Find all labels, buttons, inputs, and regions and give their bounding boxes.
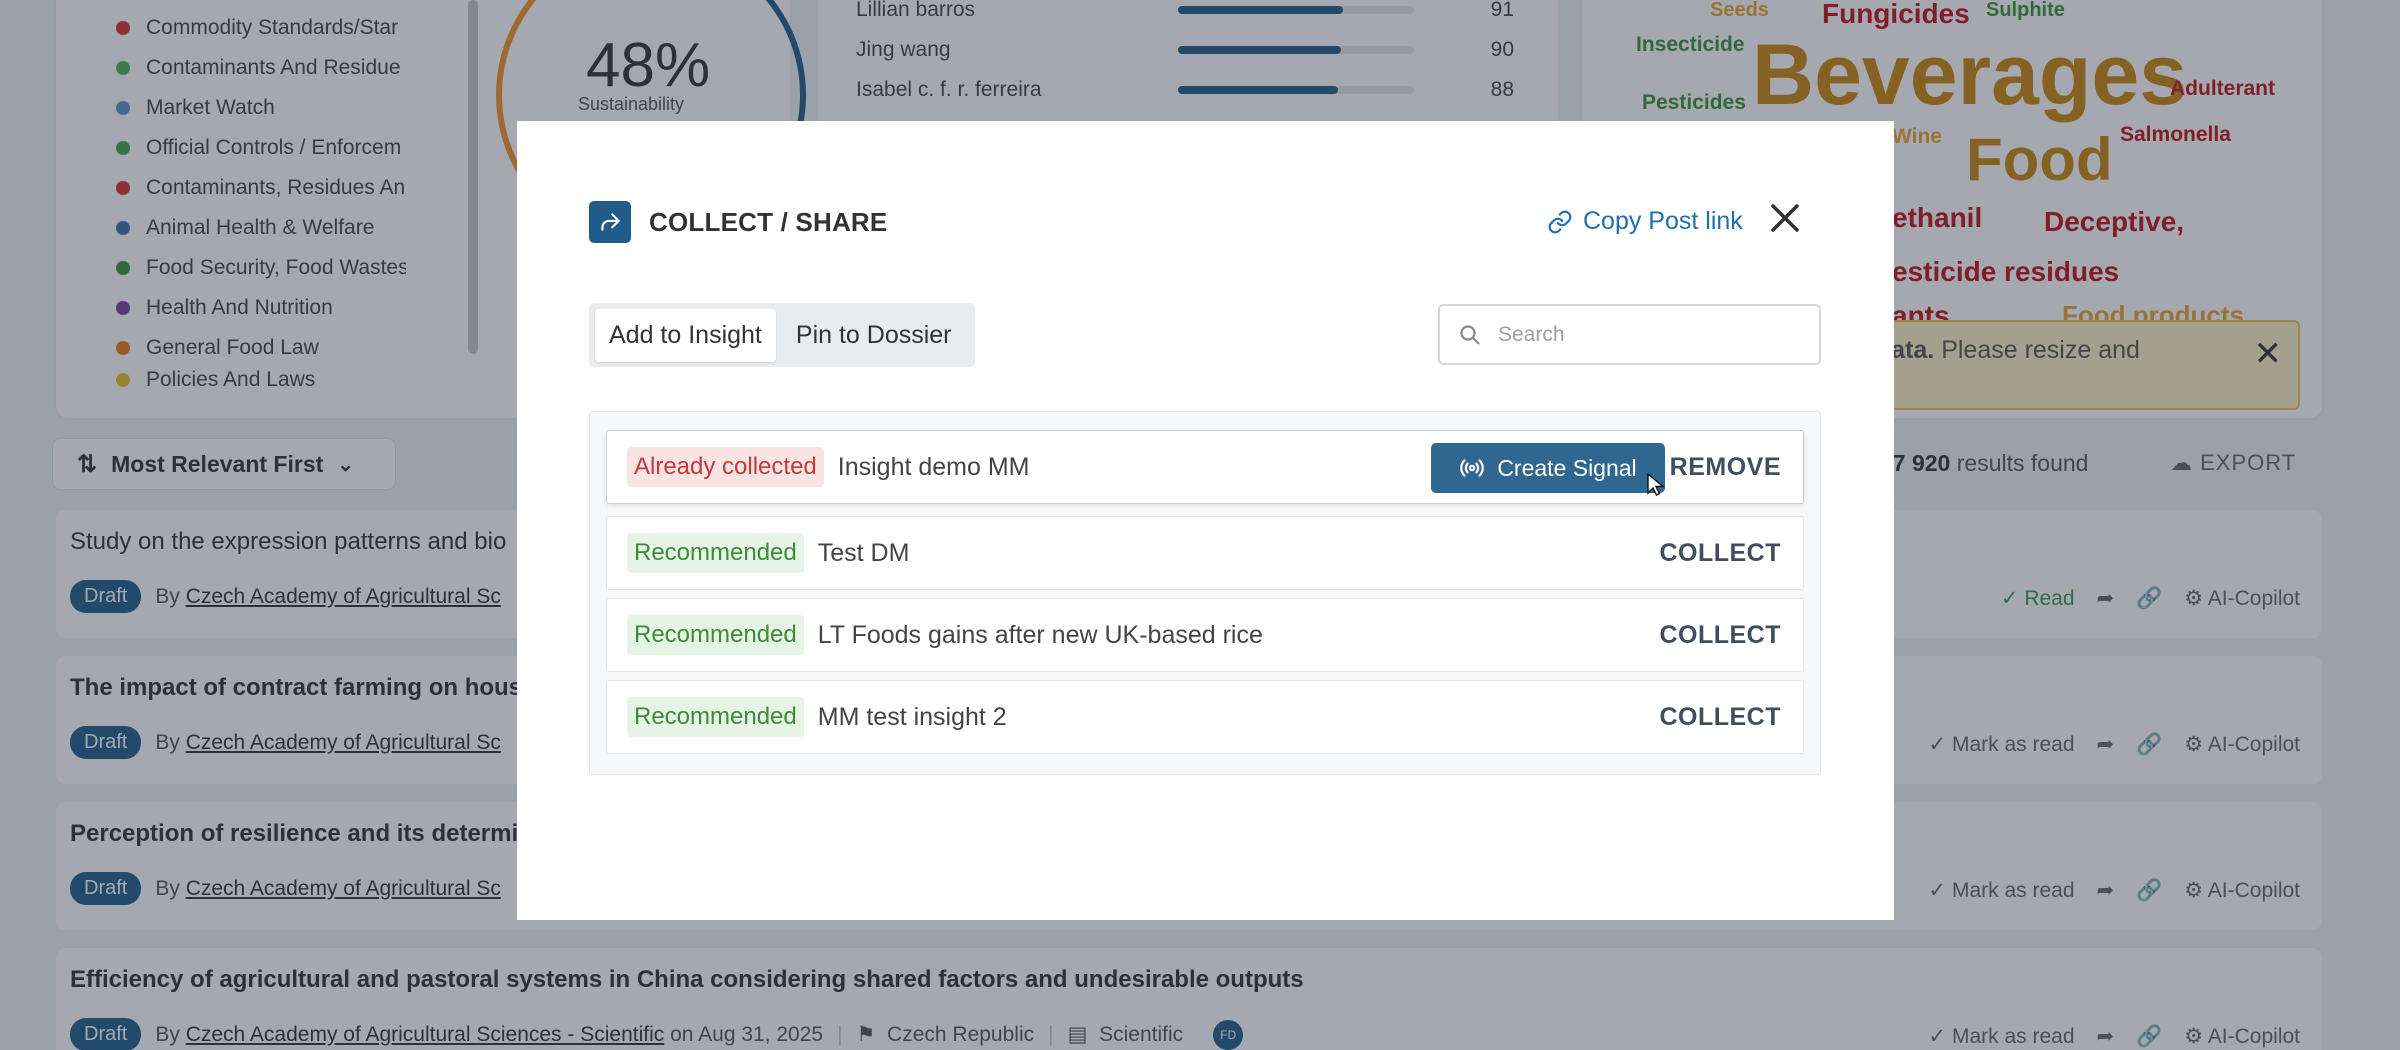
broadcast-icon (1460, 459, 1485, 477)
insight-name: LT Foods gains after new UK-based rice (817, 620, 1263, 649)
insight-name: MM test insight 2 (817, 702, 1007, 731)
tab-pin-to-dossier[interactable]: Pin to Dossier (782, 309, 966, 362)
insight-name: Insight demo MM (837, 452, 1030, 481)
copy-link-label: Copy Post link (1583, 207, 1743, 235)
collect-button[interactable]: COLLECT (1659, 539, 1781, 568)
close-icon[interactable] (1767, 197, 1803, 243)
remove-button[interactable]: REMOVE (1670, 453, 1781, 482)
share-icon (589, 201, 631, 243)
modal-tabs: Add to Insight Pin to Dossier (589, 303, 975, 367)
search-field (1438, 304, 1821, 365)
modal-title: COLLECT / SHARE (649, 207, 888, 237)
insight-item[interactable]: Recommended LT Foods gains after new UK-… (606, 598, 1804, 672)
search-input[interactable] (1498, 322, 1798, 347)
collect-share-modal: COLLECT / SHARE Copy Post link Add to In… (517, 121, 1894, 920)
create-signal-button[interactable]: Create Signal (1431, 443, 1665, 493)
collect-button[interactable]: COLLECT (1659, 703, 1781, 732)
insight-item[interactable]: Already collected Insight demo MM Create… (606, 430, 1804, 504)
tab-add-to-insight[interactable]: Add to Insight (595, 308, 776, 362)
recommended-badge: Recommended (627, 615, 804, 655)
recommended-badge: Recommended (627, 533, 804, 573)
mouse-cursor-icon (1647, 473, 1665, 496)
search-icon (1460, 324, 1480, 345)
already-collected-badge: Already collected (627, 447, 824, 487)
insight-item[interactable]: Recommended MM test insight 2 COLLECT (606, 680, 1804, 754)
insight-list: Already collected Insight demo MM Create… (589, 411, 1821, 775)
recommended-badge: Recommended (627, 697, 804, 737)
insight-item[interactable]: Recommended Test DM COLLECT (606, 516, 1804, 590)
collect-button[interactable]: COLLECT (1659, 621, 1781, 650)
insight-name: Test DM (817, 538, 910, 567)
create-signal-label: Create Signal (1497, 454, 1637, 481)
link-icon (1548, 210, 1572, 233)
copy-post-link[interactable]: Copy Post link (1547, 207, 1743, 236)
